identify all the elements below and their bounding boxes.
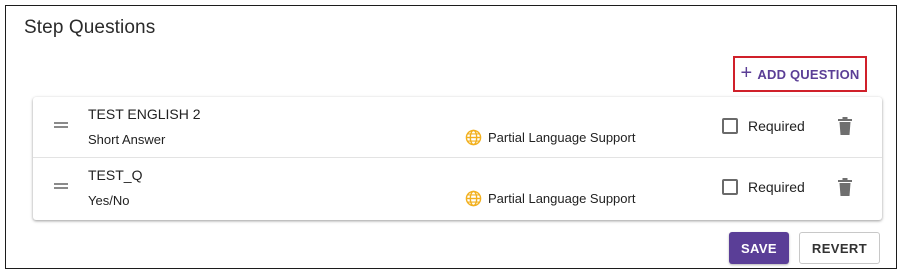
globe-icon (465, 190, 482, 207)
trash-icon[interactable] (838, 178, 852, 196)
language-support-status: Partial Language Support (465, 190, 635, 207)
language-support-label: Partial Language Support (488, 130, 636, 145)
step-questions-panel: Step Questions + ADD QUESTION TEST ENGLI… (5, 5, 897, 269)
add-question-label: ADD QUESTION (757, 66, 860, 82)
section-title: Step Questions (24, 17, 156, 38)
required-checkbox[interactable]: Required (722, 118, 805, 134)
plus-icon: + (740, 62, 753, 84)
required-label: Required (748, 118, 805, 134)
language-support-label: Partial Language Support (488, 191, 636, 206)
drag-handle-icon[interactable] (54, 122, 68, 128)
globe-icon (465, 129, 482, 146)
question-type: Short Answer (88, 132, 166, 147)
required-label: Required (748, 179, 805, 195)
save-button[interactable]: SAVE (729, 232, 789, 264)
question-title: TEST_Q (88, 167, 143, 183)
question-title: TEST ENGLISH 2 (88, 106, 201, 122)
trash-icon[interactable] (838, 117, 852, 135)
checkbox-icon[interactable] (722, 118, 738, 134)
question-type: Yes/No (88, 193, 130, 208)
add-question-button[interactable]: + ADD QUESTION (733, 56, 867, 92)
question-list: TEST ENGLISH 2 Short Answer Partial Lang… (33, 97, 882, 220)
question-row: TEST ENGLISH 2 Short Answer Partial Lang… (33, 97, 882, 158)
checkbox-icon[interactable] (722, 179, 738, 195)
language-support-status: Partial Language Support (465, 129, 635, 146)
drag-handle-icon[interactable] (54, 183, 68, 189)
revert-button[interactable]: REVERT (799, 232, 880, 264)
question-row: TEST_Q Yes/No Partial Language Support R… (33, 158, 882, 219)
required-checkbox[interactable]: Required (722, 179, 805, 195)
